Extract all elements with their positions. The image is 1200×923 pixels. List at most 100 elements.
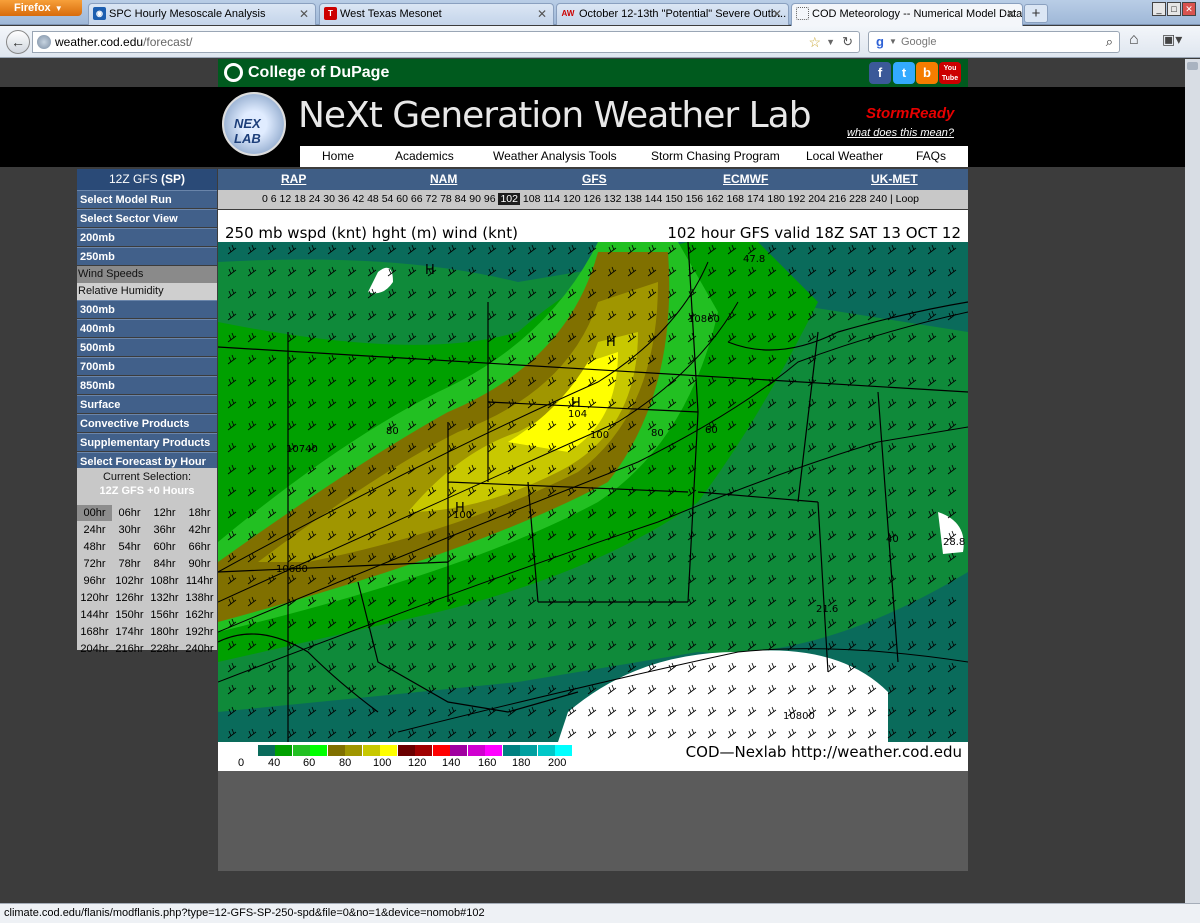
hour-link[interactable]: 162hr	[182, 607, 217, 623]
hour-link[interactable]: 138hr	[182, 590, 217, 606]
sidebar-item-250mb[interactable]: 250mb	[77, 247, 217, 265]
hour-link[interactable]: 216hr	[112, 641, 147, 657]
search-icon[interactable]: ⌕	[1106, 32, 1113, 52]
tab-spc[interactable]: ◉ SPC Hourly Mesoscale Analysis ✕	[88, 3, 316, 25]
nav-academics[interactable]: Academics	[395, 149, 454, 163]
hour-link[interactable]: 42hr	[182, 522, 217, 538]
hour-link[interactable]: 174hr	[112, 624, 147, 640]
nav-faqs[interactable]: FAQs	[916, 149, 946, 163]
sidebar-item-select-model-run[interactable]: Select Model Run	[77, 190, 217, 208]
hour-link[interactable]: 24hr	[77, 522, 112, 538]
hour-link[interactable]: 132hr	[147, 590, 182, 606]
hour-link[interactable]: 66hr	[182, 539, 217, 555]
model-link-nam[interactable]: NAM	[430, 172, 457, 186]
hour-link[interactable]: 96hr	[77, 573, 112, 589]
hour-link[interactable]: 180hr	[147, 624, 182, 640]
wind-speed-map[interactable]: 10740 10680 10800 10860 104 100 100 80 8…	[218, 242, 968, 742]
sidebar-subitem-wind-speeds[interactable]: Wind Speeds	[77, 266, 217, 283]
firefox-menu-button[interactable]: Firefox ▼	[0, 0, 82, 16]
maximize-icon[interactable]: □	[1167, 2, 1181, 16]
hour-link[interactable]: 00hr	[77, 505, 112, 521]
hour-link[interactable]: 12hr	[147, 505, 182, 521]
hour-link[interactable]: 192hr	[182, 624, 217, 640]
twitter-icon[interactable]: t	[893, 62, 915, 84]
hour-link[interactable]: 228hr	[147, 641, 182, 657]
hour-link[interactable]: 30hr	[112, 522, 147, 538]
hour-link[interactable]: 144hr	[77, 607, 112, 623]
sidebar-item-convective-products[interactable]: Convective Products	[77, 414, 217, 432]
cod-brand[interactable]: College of DuPage	[248, 64, 389, 82]
current-hour[interactable]: 102	[498, 193, 520, 205]
close-icon[interactable]: ✕	[772, 4, 782, 24]
search-input[interactable]: g ▼ Google ⌕	[868, 31, 1120, 53]
cod-logo-icon[interactable]	[224, 63, 243, 82]
hour-link[interactable]: 114hr	[182, 573, 217, 589]
sidebar-item-400mb[interactable]: 400mb	[77, 319, 217, 337]
hour-links-before[interactable]: 0 6 12 18 24 30 36 42 48 54 60 66 72 78 …	[218, 193, 496, 205]
sidebar-item-supplementary-products[interactable]: Supplementary Products	[77, 433, 217, 451]
hour-link[interactable]: 108hr	[147, 573, 182, 589]
model-link-rap[interactable]: RAP	[281, 172, 306, 186]
vertical-scrollbar[interactable]	[1185, 59, 1200, 903]
hour-link[interactable]: 72hr	[77, 556, 112, 572]
chevron-down-icon[interactable]: ▼	[826, 32, 835, 52]
chevron-down-icon[interactable]: ▼	[889, 32, 897, 52]
hour-link[interactable]: 240hr	[182, 641, 217, 657]
bookmarks-menu-icon[interactable]: ▣▾	[1162, 31, 1182, 48]
hour-links-after[interactable]: 108 114 120 126 132 138 144 150 156 162 …	[523, 193, 919, 205]
hour-link[interactable]: 102hr	[112, 573, 147, 589]
hour-link[interactable]: 156hr	[147, 607, 182, 623]
new-tab-button[interactable]: +	[1024, 4, 1048, 23]
hour-link[interactable]: 78hr	[112, 556, 147, 572]
sidebar-item-200mb[interactable]: 200mb	[77, 228, 217, 246]
hour-link[interactable]: 168hr	[77, 624, 112, 640]
url-bar[interactable]: weather.cod.edu/forecast/ ☆ ▼ ↻	[32, 31, 860, 53]
hour-link[interactable]: 126hr	[112, 590, 147, 606]
hour-link[interactable]: 120hr	[77, 590, 112, 606]
close-icon[interactable]: ✕	[299, 4, 309, 24]
tab-west-texas[interactable]: T West Texas Mesonet ✕	[319, 3, 554, 25]
close-window-icon[interactable]: ✕	[1182, 2, 1196, 16]
sidebar-item-surface[interactable]: Surface	[77, 395, 217, 413]
close-icon[interactable]: ✕	[1006, 4, 1016, 24]
forecast-hour-bar[interactable]: 0 6 12 18 24 30 36 42 48 54 60 66 72 78 …	[218, 190, 968, 209]
hour-link[interactable]: 06hr	[112, 505, 147, 521]
home-icon[interactable]: ⌂	[1129, 31, 1139, 49]
model-link-gfs[interactable]: GFS	[582, 172, 607, 186]
sidebar-item-700mb[interactable]: 700mb	[77, 357, 217, 375]
hour-link[interactable]: 18hr	[182, 505, 217, 521]
hour-link[interactable]: 150hr	[112, 607, 147, 623]
nav-storm-chasing[interactable]: Storm Chasing Program	[651, 149, 780, 163]
facebook-icon[interactable]: f	[869, 62, 891, 84]
google-icon[interactable]: g	[872, 34, 888, 50]
reload-icon[interactable]: ↻	[842, 32, 853, 52]
stormready-logo[interactable]: StormReady	[866, 105, 954, 122]
sidebar-item-850mb[interactable]: 850mb	[77, 376, 217, 394]
sidebar-item-500mb[interactable]: 500mb	[77, 338, 217, 356]
nexlab-logo[interactable]: NEX LAB	[222, 92, 286, 156]
hour-link[interactable]: 84hr	[147, 556, 182, 572]
youtube-icon[interactable]: You Tube	[939, 62, 961, 84]
model-link-ukmet[interactable]: UK-MET	[871, 172, 918, 186]
hour-link[interactable]: 36hr	[147, 522, 182, 538]
tab-october-severe[interactable]: AW October 12-13th "Potential" Severe Ou…	[556, 3, 789, 25]
sidebar-item-select-sector-view[interactable]: Select Sector View	[77, 209, 217, 227]
sidebar-item-300mb[interactable]: 300mb	[77, 300, 217, 318]
nav-local-weather[interactable]: Local Weather	[806, 149, 883, 163]
blogger-icon[interactable]: b	[916, 62, 938, 84]
nav-home[interactable]: Home	[322, 149, 354, 163]
stormready-link[interactable]: what does this mean?	[847, 127, 954, 139]
nav-weather-analysis-tools[interactable]: Weather Analysis Tools	[493, 149, 617, 163]
hour-link[interactable]: 60hr	[147, 539, 182, 555]
minimize-icon[interactable]: _	[1152, 2, 1166, 16]
hour-link[interactable]: 54hr	[112, 539, 147, 555]
hour-link[interactable]: 48hr	[77, 539, 112, 555]
bookmark-star-icon[interactable]: ☆	[808, 32, 821, 52]
tab-cod-meteorology[interactable]: COD Meteorology -- Numerical Model Data …	[791, 3, 1023, 26]
sidebar-subitem-relative-humidity[interactable]: Relative Humidity	[77, 283, 217, 300]
model-link-ecmwf[interactable]: ECMWF	[723, 172, 768, 186]
close-icon[interactable]: ✕	[537, 4, 547, 24]
scroll-thumb[interactable]	[1187, 62, 1198, 70]
hour-link[interactable]: 90hr	[182, 556, 217, 572]
back-button[interactable]: ←	[6, 30, 30, 54]
